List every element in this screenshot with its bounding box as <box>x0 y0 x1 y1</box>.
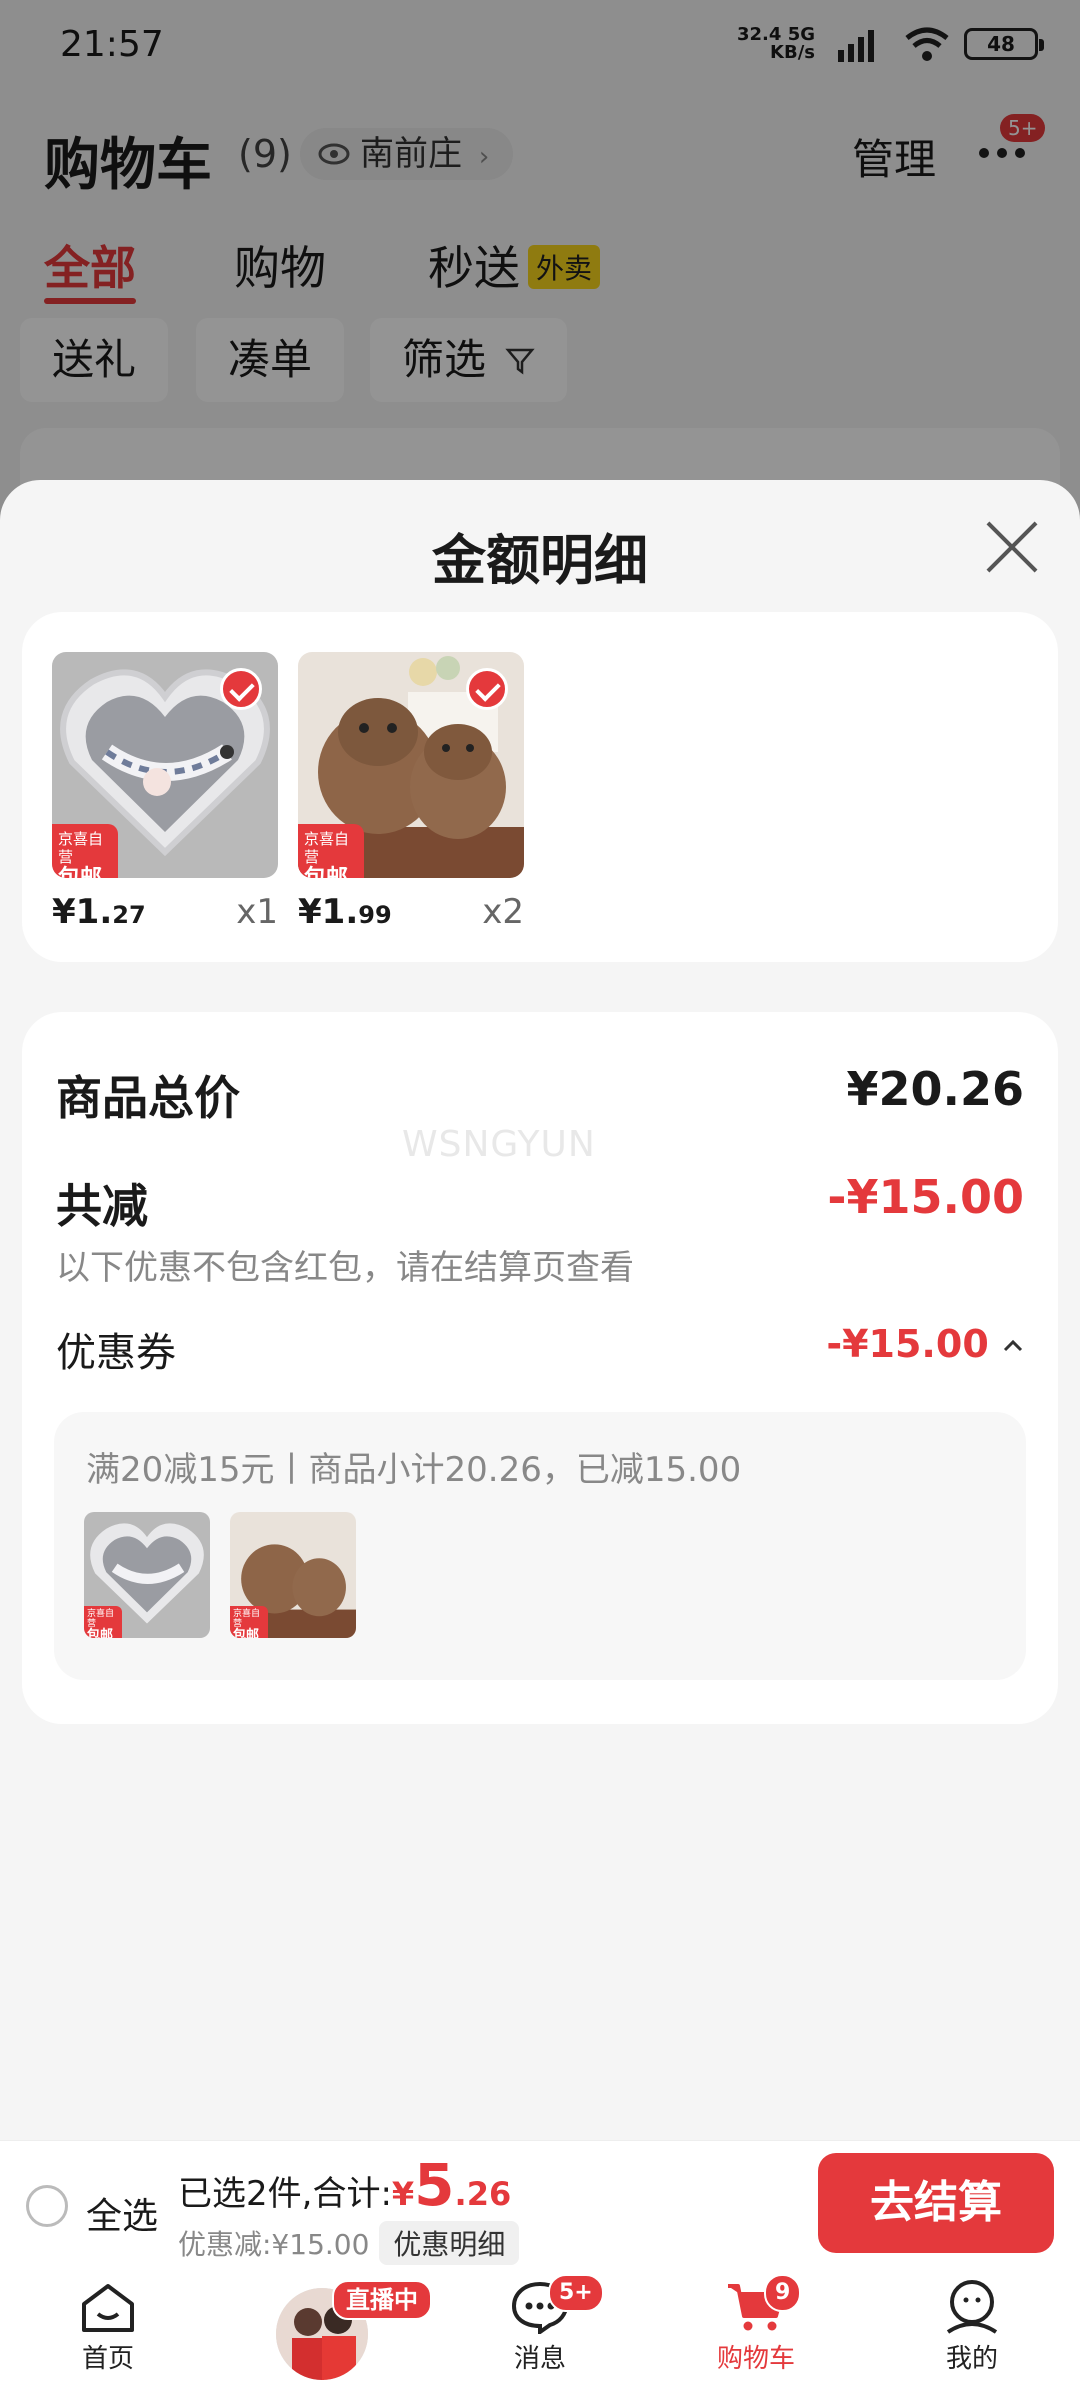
bottom-navigation: 首页 直播中 消息 5+ 购物车 9 我的 <box>0 2270 1080 2400</box>
product-image-bracelet: 京喜自营包邮 <box>52 652 278 878</box>
sheet-title: 金额明细 <box>432 529 648 592</box>
free-shipping-tag: 包邮 <box>58 866 112 878</box>
coupon-product-thumb-plush: 京喜自营 包邮 <box>230 1512 356 1638</box>
discount-summary: 优惠减:¥15.00 优惠明细 <box>178 2221 520 2265</box>
free-shipping-tag: 包邮 <box>304 866 358 878</box>
nav-messages-label: 消息 <box>513 2344 566 2374</box>
coupon-row[interactable]: 优惠券 -¥15.00 <box>56 1320 1024 1378</box>
product-item[interactable]: 京喜自营包邮 ¥1.27 x1 <box>52 652 278 952</box>
total-price-value: ¥20.26 <box>846 1062 1024 1116</box>
select-all-label[interactable]: 全选 <box>86 2187 158 2239</box>
selected-products-card: 京喜自营包邮 ¥1.27 x1 <box>22 612 1058 962</box>
jd-tag: 京喜自营包邮 <box>84 1606 122 1638</box>
price-integer: 1. <box>321 892 359 932</box>
nav-profile[interactable]: 我的 <box>892 2280 1052 2375</box>
jd-tag: 京喜自营包邮 <box>230 1606 268 1638</box>
watermark: WSNGYUN <box>402 1124 596 1165</box>
jd-tag: 京喜自营包邮 <box>52 824 118 878</box>
jd-tag-top: 京喜自营 <box>304 830 350 866</box>
currency-symbol: ¥ <box>52 892 76 932</box>
discount-value: -¥15.00 <box>827 1170 1024 1224</box>
select-all-radio[interactable] <box>26 2185 68 2227</box>
nav-cart[interactable]: 购物车 <box>676 2280 836 2375</box>
person-icon <box>946 2280 998 2334</box>
total-integer: 5 <box>414 2151 455 2219</box>
free-shipping-tag: 包邮 <box>87 1628 114 1639</box>
checked-icon <box>466 668 508 710</box>
total-decimal: .26 <box>454 2175 512 2213</box>
price-decimal: 27 <box>112 901 146 929</box>
total-summary: 已选2件,合计:¥5.26 <box>178 2151 511 2219</box>
discount-summary-text: 优惠减:¥15.00 <box>178 2228 370 2261</box>
coupon-label: 优惠券 <box>56 1330 176 1376</box>
coupon-product-thumb-bracelet: 京喜自营 包邮 <box>84 1512 210 1638</box>
discount-label: 共减 <box>56 1179 148 1233</box>
cart-badge: 9 <box>764 2274 802 2312</box>
price-integer: 1. <box>75 892 113 932</box>
total-currency: ¥ <box>391 2175 415 2213</box>
product-price-row: ¥1.27 x1 <box>52 892 278 952</box>
messages-badge: 5+ <box>548 2274 604 2312</box>
product-quantity: x2 <box>482 892 524 932</box>
nav-home-label: 首页 <box>81 2344 134 2374</box>
jd-tag-top: 京喜自营 <box>87 1609 115 1629</box>
nav-home[interactable]: 首页 <box>28 2280 188 2375</box>
price-decimal: 99 <box>358 901 392 929</box>
product-image-plush: 京喜自营包邮 <box>298 652 524 878</box>
checked-icon <box>220 668 262 710</box>
total-price-row: 商品总价 ¥20.26 <box>56 1062 1024 1128</box>
selected-count-text: 已选2件,合计: <box>178 2174 392 2214</box>
checkout-button[interactable]: 去结算 <box>818 2153 1054 2253</box>
home-icon <box>82 2284 134 2332</box>
live-badge: 直播中 <box>332 2280 432 2320</box>
close-icon[interactable] <box>984 520 1040 576</box>
amount-detail-sheet: 金额明细 京喜自营包邮 ¥1.27 x1 <box>0 480 1080 2140</box>
discount-row: 共减 -¥15.00 <box>56 1170 1024 1236</box>
nav-profile-label: 我的 <box>945 2344 998 2374</box>
price-breakdown-card: 商品总价 ¥20.26 WSNGYUN 共减 -¥15.00 以下优惠不包含红包… <box>22 1012 1058 1724</box>
nav-cart-label: 购物车 <box>716 2344 795 2374</box>
coupon-value-wrap: -¥15.00 <box>826 1322 1024 1366</box>
checkout-bar: 全选 已选2件,合计:¥5.26 优惠减:¥15.00 优惠明细 去结算 <box>0 2140 1080 2270</box>
product-quantity: x1 <box>236 892 278 932</box>
free-shipping-tag: 包邮 <box>233 1628 260 1639</box>
currency-symbol: ¥ <box>298 892 322 932</box>
discount-detail-button[interactable]: 优惠明细 <box>379 2221 520 2265</box>
jd-tag: 京喜自营包邮 <box>298 824 364 878</box>
jd-tag-top: 京喜自营 <box>233 1609 261 1629</box>
jd-tag-top: 京喜自营 <box>58 830 104 866</box>
product-item[interactable]: 京喜自营包邮 ¥1.99 x2 <box>298 652 524 952</box>
coupon-detail-box: 满20减15元丨商品小计20.26，已减15.00 京喜自营 包邮 京喜自营 包邮 <box>54 1412 1026 1680</box>
coupon-value: -¥15.00 <box>826 1322 989 1366</box>
total-price-label: 商品总价 <box>56 1071 240 1125</box>
coupon-detail-text: 满20减15元丨商品小计20.26，已减15.00 <box>86 1450 742 1490</box>
discount-note: 以下优惠不包含红包，请在结算页查看 <box>56 1248 634 1288</box>
chevron-up-icon <box>1003 1339 1023 1352</box>
product-price-row: ¥1.99 x2 <box>298 892 524 952</box>
